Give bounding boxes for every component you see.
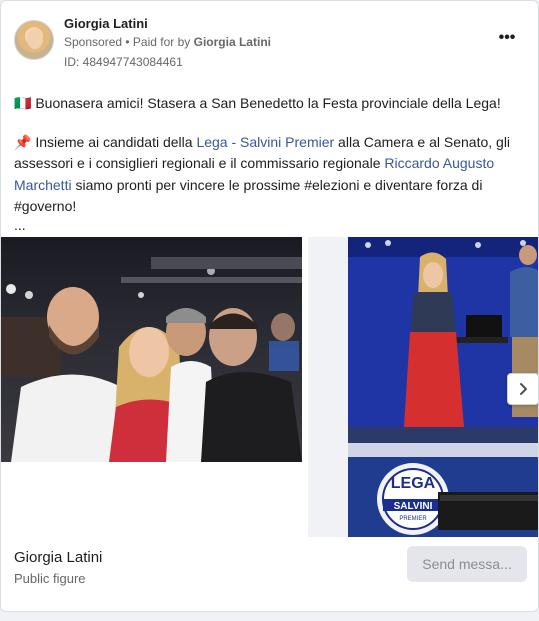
- author-avatar[interactable]: [14, 20, 54, 60]
- page-category: Public figure: [14, 571, 86, 586]
- paid-for-prefix: • Paid for by: [125, 35, 191, 49]
- image-carousel: LEGA SALVINI PREMIER: [1, 237, 538, 537]
- post-paragraph-1: 🇮🇹 Buonasera amici! Stasera a San Benede…: [14, 95, 501, 111]
- sign-lega-text: LEGA: [391, 475, 436, 492]
- ad-id: ID: 484947743084461: [64, 55, 183, 69]
- text-segment: siamo pronti per vincere le prossime #el…: [14, 176, 483, 215]
- page-name[interactable]: Giorgia Latini: [14, 549, 102, 566]
- sponsored-label: Sponsored: [64, 35, 123, 49]
- sign-premier-text: PREMIER: [399, 516, 427, 522]
- author-name[interactable]: Giorgia Latini: [64, 16, 148, 31]
- link-lega-salvini-premier[interactable]: Lega - Salvini Premier: [196, 134, 334, 150]
- text-segment: Insieme ai candidati della: [31, 133, 197, 150]
- send-message-button[interactable]: Send messa...: [407, 546, 527, 582]
- carousel-gap: [308, 237, 348, 537]
- sign-salvini-text: SALVINI: [394, 501, 433, 512]
- more-options-icon[interactable]: •••: [495, 30, 519, 51]
- paid-for-by-name: Giorgia Latini: [193, 35, 271, 49]
- post-paragraph-2: 📌 Insieme ai candidati della Lega - Salv…: [14, 132, 514, 218]
- pin-icon: 📌: [14, 133, 32, 150]
- sponsored-line: Sponsored • Paid for by Giorgia Latini: [64, 35, 271, 49]
- post-body: 🇮🇹 Buonasera amici! Stasera a San Benede…: [14, 93, 514, 232]
- ad-card: Giorgia Latini Sponsored • Paid for by G…: [0, 0, 539, 612]
- carousel-next-button[interactable]: [507, 373, 538, 405]
- chevron-right-icon: [520, 383, 527, 395]
- carousel-image-group-selfie[interactable]: [1, 237, 302, 462]
- see-more-ellipsis[interactable]: ...: [14, 218, 514, 232]
